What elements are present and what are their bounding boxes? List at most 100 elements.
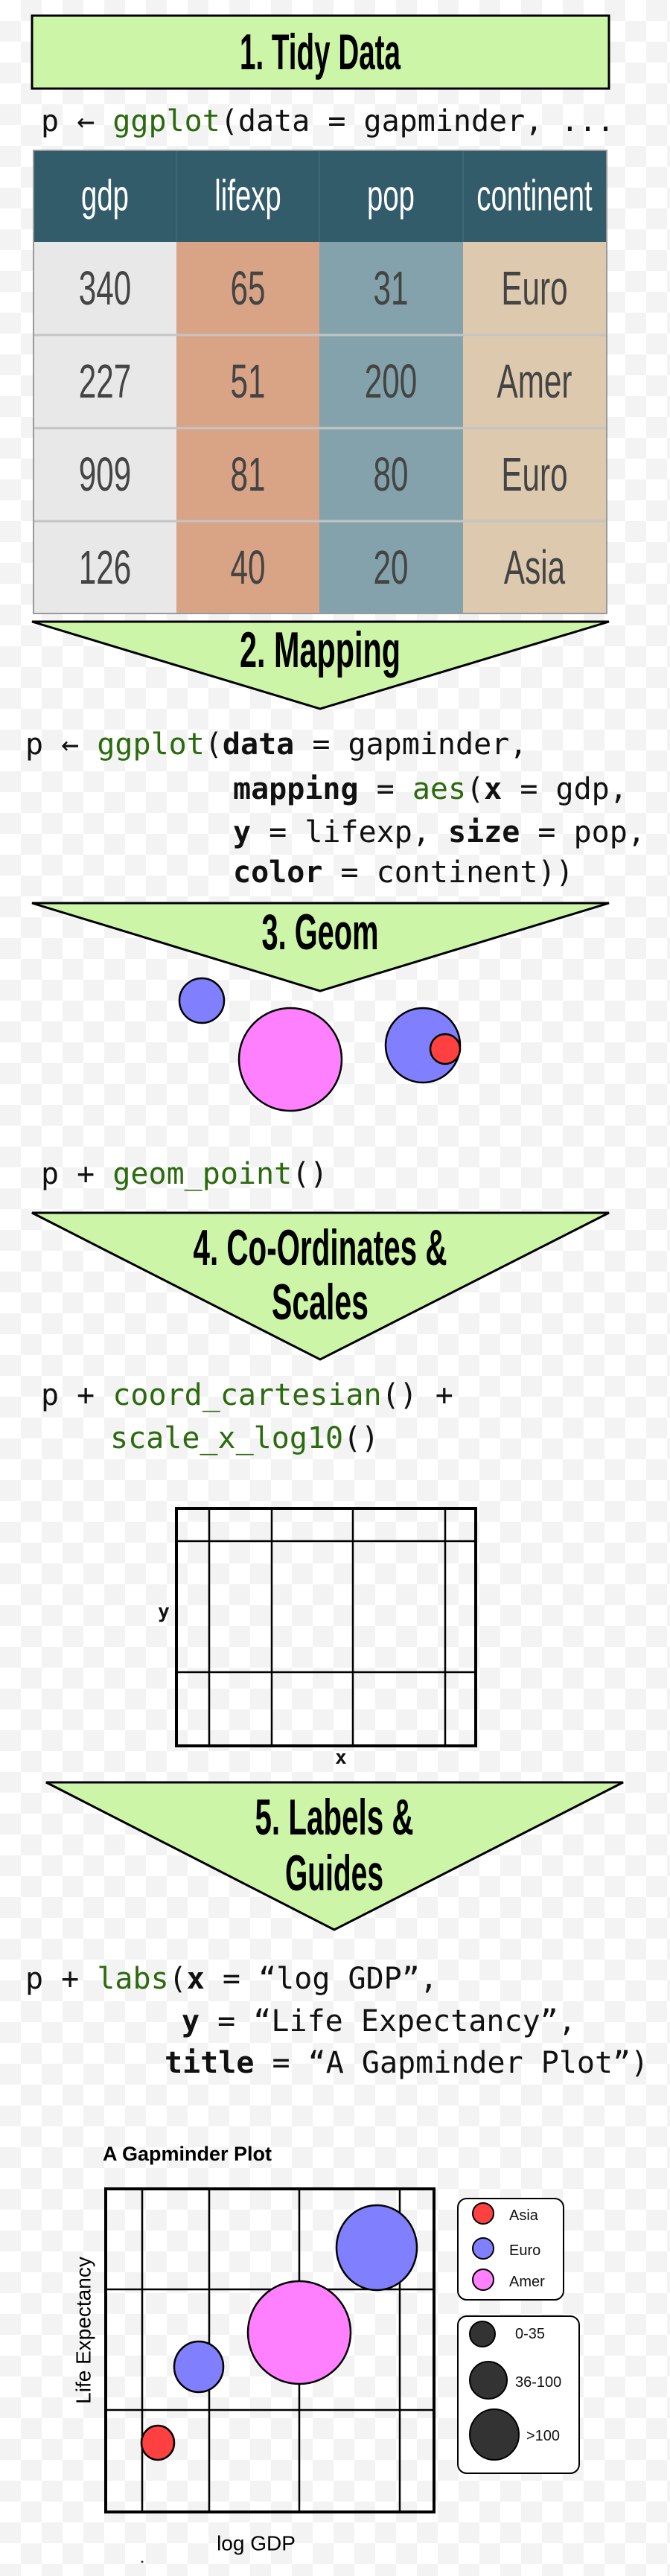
cell-continent: Asia — [504, 541, 565, 594]
code-text: = — [359, 772, 412, 806]
code-text: = gapminder, — [294, 727, 527, 762]
code-function-name: geom_point — [112, 1157, 292, 1191]
point-euro-large — [335, 2204, 418, 2292]
cell-pop: 200 — [365, 354, 418, 408]
code-argument-name: title — [165, 2046, 254, 2080]
cell-gdp: 126 — [79, 541, 132, 594]
code-text: () — [292, 1157, 328, 1191]
legend-key-small — [469, 2321, 496, 2347]
cell-continent: Euro — [501, 261, 567, 315]
code-function-name: ggplot — [112, 104, 220, 138]
code-function-name: labs — [97, 1962, 168, 1996]
legend-label: 36-100 — [515, 2374, 561, 2391]
code-function-name: scale_x_log10 — [110, 1421, 343, 1456]
cell-pop: 80 — [374, 447, 409, 501]
code-argument-name: data — [223, 727, 294, 762]
code-argument-name: y — [182, 2004, 200, 2038]
code-text: = pop, — [520, 815, 645, 849]
cell-pop: 31 — [374, 261, 409, 315]
code-function-name: ggplot — [97, 727, 205, 762]
point-euro-small — [173, 2340, 225, 2394]
code-argument-name: x — [187, 1962, 205, 1996]
column-header: lifexp — [214, 172, 281, 220]
x-axis-label: log GDP — [217, 2532, 296, 2555]
point-amer — [237, 1007, 343, 1112]
plot-title: A Gapminder Plot — [103, 2143, 272, 2165]
step-3-title: 3. Geom — [262, 904, 379, 960]
cell-lifexp: 51 — [231, 354, 266, 408]
code-text: ( — [205, 727, 223, 762]
legend-label: Amer — [509, 2274, 545, 2290]
code-step-1: p ← ggplot(data = gapminder, ... — [41, 104, 615, 138]
plot-points — [140, 2204, 418, 2461]
code-function-name: coord_cartesian — [112, 1378, 381, 1412]
cell-pop: 20 — [374, 541, 409, 594]
step-1-title: 1. Tidy Data — [240, 24, 401, 80]
code-argument-name: color — [233, 855, 322, 890]
legend-key-asia — [472, 2202, 494, 2225]
geom-points — [178, 977, 462, 1112]
legend-label: Asia — [509, 2207, 539, 2224]
code-step-4: p + coord_cartesian() + scale_x_log10() — [41, 1378, 453, 1456]
cell-gdp: 909 — [79, 447, 132, 501]
step-4-title-line-1: 4. Co-Ordinates & — [194, 1220, 447, 1276]
legend-key-amer — [472, 2269, 494, 2291]
column-header: continent — [476, 172, 592, 220]
cell-lifexp: 81 — [231, 447, 266, 501]
code-function-name: aes — [412, 772, 466, 806]
code-text: (data = gapminder, ... — [220, 104, 615, 138]
step-5-labels-guides: 5. Labels & Guides p + labs(x = “log GDP… — [25, 1781, 648, 2080]
code-argument-name: x — [484, 772, 502, 806]
plot-panel-border — [175, 1507, 477, 1747]
legend-label: >100 — [526, 2428, 560, 2444]
final-plot: A Gapminder Plot Life Expectancy log GDP… — [72, 2143, 580, 2563]
column-header: pop — [367, 172, 415, 220]
code-text: p + — [41, 1378, 112, 1412]
size-legend: 0-35 36-100 >100 — [457, 2315, 580, 2474]
step-1-tidy-data: 1. Tidy Data p ← ggplot(data = gapminder… — [31, 14, 615, 614]
code-text: ( — [466, 772, 484, 806]
point-asia — [429, 1033, 462, 1065]
data-table: gdp lifexp pop continent 340 65 31 Euro … — [33, 150, 607, 614]
stray-dot — [141, 2560, 144, 2563]
code-text: = lifexp, — [251, 815, 448, 849]
code-text: = gdp, — [502, 772, 628, 806]
cell-continent: Euro — [501, 447, 567, 501]
cell-continent: Amer — [497, 354, 572, 408]
code-step-3: p + geom_point() — [41, 1157, 328, 1191]
legend-key-medium — [469, 2361, 508, 2400]
legend-label: 0-35 — [515, 2326, 545, 2342]
code-text: p + — [41, 1157, 112, 1191]
point-asia — [140, 2424, 176, 2461]
ggplot-grammar-diagram: 1. Tidy Data p ← ggplot(data = gapminder… — [25, 14, 648, 2563]
coordinate-grid — [175, 1507, 477, 1747]
cell-lifexp: 40 — [231, 541, 266, 594]
x-axis-label: x — [335, 1747, 347, 1769]
y-axis-label: y — [158, 1601, 170, 1623]
step-5-title-line-1: 5. Labels & — [255, 1789, 414, 1846]
code-text: ( — [169, 1962, 187, 1996]
code-argument-name: size — [448, 815, 520, 849]
step-5-title-line-2: Guides — [285, 1845, 383, 1901]
point-euro-small — [178, 977, 226, 1024]
step-2-mapping: 2. Mapping p ← ggplot(data = gapminder, m… — [25, 620, 645, 890]
code-text: = “A Gapminder Plot”) — [254, 2046, 648, 2080]
code-text: () — [343, 1421, 379, 1456]
legend-label: Euro — [509, 2242, 540, 2259]
code-text: p ← — [41, 104, 112, 138]
cell-gdp: 227 — [79, 354, 132, 408]
cell-lifexp: 65 — [231, 261, 266, 315]
code-text: () + — [382, 1378, 453, 1412]
code-argument-name: mapping — [233, 772, 359, 806]
point-amer — [246, 2280, 352, 2385]
color-legend: Asia Euro Amer — [457, 2198, 564, 2301]
code-step-5: p + labs(x = “log GDP”, y = “Life Expecta… — [25, 1962, 648, 2080]
legend-key-euro — [472, 2237, 494, 2260]
legend-key-large — [469, 2408, 520, 2461]
step-2-title: 2. Mapping — [240, 622, 401, 678]
step-3-geom: 3. Geom p + geom_point() — [31, 902, 610, 1191]
step-4-coordinates-scales: 4. Co-Ordinates & Scales p + coord_carte… — [31, 1211, 610, 1769]
code-text: = “log GDP”, — [205, 1962, 438, 1996]
code-step-2: p ← ggplot(data = gapminder, mapping = ae… — [25, 727, 645, 890]
step-4-title-line-2: Scales — [272, 1274, 368, 1330]
